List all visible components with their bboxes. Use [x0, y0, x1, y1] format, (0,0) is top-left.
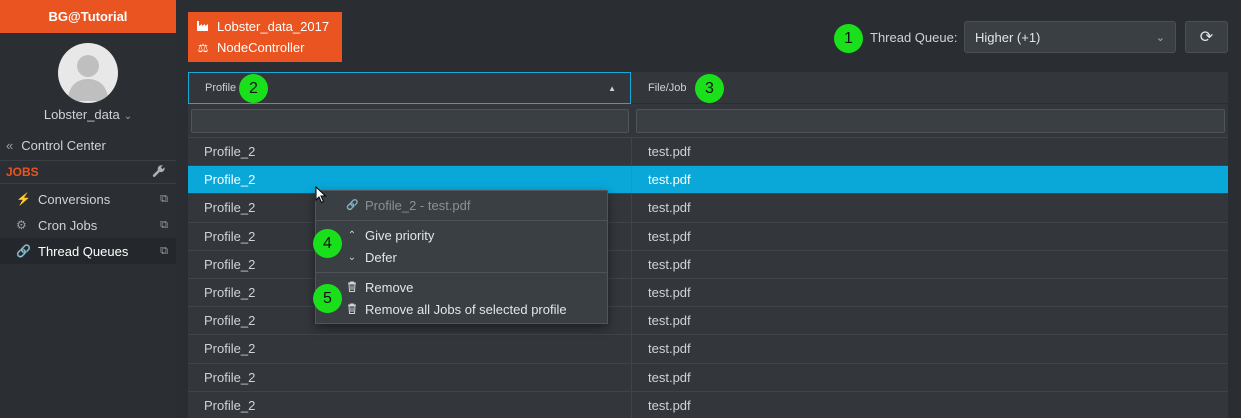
- cell-file: test.pdf: [648, 144, 691, 160]
- menu-item-label: Give priority: [365, 228, 435, 243]
- external-link-icon[interactable]: ⧉: [160, 245, 168, 258]
- chevron-up-icon: ⌃: [347, 230, 357, 241]
- menu-divider: [316, 220, 607, 221]
- file-filter-input[interactable]: [636, 109, 1225, 133]
- cell-file: test.pdf: [648, 228, 691, 244]
- chevron-down-icon: ⌄: [1155, 31, 1165, 44]
- cell-file: test.pdf: [648, 369, 691, 385]
- cell-file: test.pdf: [648, 256, 691, 272]
- context-line-1: Lobster_data_2017: [217, 19, 330, 34]
- context-box[interactable]: Lobster_data_2017 ⚖ NodeController: [188, 12, 342, 62]
- thread-queue-value: Higher (+1): [975, 29, 1041, 45]
- sidebar-item-label: Conversions: [38, 191, 111, 207]
- brand-title[interactable]: BG@Tutorial: [0, 0, 176, 33]
- context-line-2: NodeController: [217, 40, 305, 55]
- control-center-label: Control Center: [21, 138, 106, 153]
- table-row[interactable]: Profile_2 test.pdf: [188, 362, 1228, 391]
- context-menu: 🔗 Profile_2 - test.pdf ⌃ Give priority ⌄…: [315, 190, 608, 324]
- cell-profile: Profile_2: [188, 391, 632, 418]
- table-row[interactable]: Profile_2 test.pdf: [188, 334, 1228, 363]
- user-silhouette-icon: [68, 55, 108, 101]
- table-row[interactable]: Profile_2 test.pdf: [188, 137, 1228, 166]
- cell-file: test.pdf: [648, 341, 691, 357]
- profile-filter-input[interactable]: [191, 109, 629, 133]
- context-menu-title: 🔗 Profile_2 - test.pdf: [346, 198, 471, 213]
- thread-queue-label: Thread Queue:: [870, 30, 958, 45]
- external-link-icon[interactable]: ⧉: [160, 219, 168, 232]
- sort-asc-icon: ▲: [608, 83, 616, 93]
- link-icon: 🔗: [16, 244, 31, 258]
- sidebar-item-label: Thread Queues: [38, 243, 129, 259]
- menu-item-give-priority[interactable]: ⌃ Give priority: [346, 228, 435, 243]
- control-center-link[interactable]: « Control Center: [6, 138, 106, 153]
- chevron-down-icon: ⌄: [347, 252, 357, 263]
- table-row[interactable]: Profile_2 test.pdf: [188, 390, 1228, 418]
- balance-scale-icon: ⚖: [197, 40, 209, 55]
- sidebar: BG@Tutorial Lobster_data ⌄ « Control Cent…: [0, 0, 176, 418]
- cell-file: test.pdf: [648, 397, 691, 413]
- thread-queue-select[interactable]: Higher (+1) ⌄: [964, 21, 1176, 53]
- sidebar-item-label: Cron Jobs: [38, 217, 98, 233]
- menu-item-defer[interactable]: ⌄ Defer: [346, 250, 397, 265]
- chevron-down-icon: ⌄: [123, 111, 133, 122]
- double-chevron-left-icon: «: [6, 138, 14, 153]
- avatar[interactable]: [58, 43, 118, 103]
- cell-file: test.pdf: [648, 285, 691, 301]
- sidebar-item-cron-jobs[interactable]: ⚙ Cron Jobs ⧉: [0, 212, 176, 238]
- menu-item-label: Remove: [365, 280, 414, 295]
- bolt-icon: ⚡: [16, 192, 31, 206]
- trash-icon: [346, 303, 358, 317]
- menu-divider: [316, 272, 607, 273]
- menu-item-remove[interactable]: Remove: [346, 280, 413, 295]
- annotation-marker-1: 1: [834, 24, 863, 53]
- refresh-icon: ⟳: [1199, 29, 1214, 46]
- cell-profile: Profile_2: [188, 138, 632, 166]
- annotation-marker-5: 5: [313, 284, 342, 313]
- annotation-marker-4: 4: [313, 229, 342, 258]
- refresh-button[interactable]: ⟳: [1185, 21, 1228, 53]
- annotation-marker-2: 2: [239, 74, 268, 103]
- jobs-section-header: JOBS: [0, 160, 176, 184]
- context-menu-title-label: Profile_2 - test.pdf: [365, 198, 471, 213]
- column-header-label: File/Job: [648, 81, 687, 94]
- column-header-label: Profile: [205, 82, 237, 94]
- wrench-icon[interactable]: [152, 164, 166, 181]
- menu-item-label: Defer: [365, 250, 397, 265]
- external-link-icon[interactable]: ⧉: [160, 193, 168, 206]
- factory-icon: [196, 19, 210, 34]
- menu-item-remove-all[interactable]: Remove all Jobs of selected profile: [346, 302, 567, 317]
- cell-profile: Profile_2: [188, 335, 632, 363]
- user-menu[interactable]: Lobster_data ⌄: [0, 107, 176, 122]
- cron-icon: ⚙: [16, 218, 27, 232]
- user-name: Lobster_data: [43, 107, 120, 122]
- cell-file: test.pdf: [648, 172, 691, 188]
- cell-file: test.pdf: [648, 313, 691, 329]
- trash-icon: [346, 281, 358, 295]
- cell-profile: Profile_2: [188, 363, 632, 391]
- menu-item-label: Remove all Jobs of selected profile: [365, 302, 567, 317]
- mouse-cursor-icon: [315, 186, 327, 204]
- annotation-marker-3: 3: [695, 74, 724, 103]
- sidebar-item-conversions[interactable]: ⚡ Conversions ⧉: [0, 186, 176, 212]
- jobs-section-label: JOBS: [6, 165, 39, 179]
- link-icon: 🔗: [346, 200, 359, 211]
- sidebar-item-thread-queues[interactable]: 🔗 Thread Queues ⧉: [0, 238, 176, 264]
- cell-file: test.pdf: [648, 200, 691, 216]
